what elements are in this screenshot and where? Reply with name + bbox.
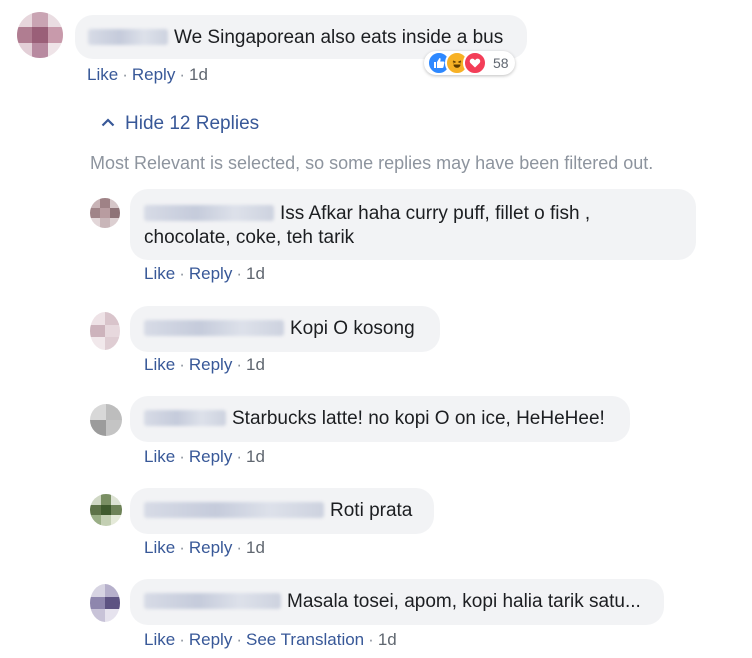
reply-bubble: Roti prata	[130, 488, 434, 534]
timestamp[interactable]: 1d	[246, 355, 265, 374]
reply-button[interactable]: Reply	[189, 538, 232, 557]
reply-text-line1: Iss Afkar haha curry puff, fillet o fish…	[280, 203, 591, 224]
reply-bubble: Starbucks latte! no kopi O on ice, HeHeH…	[130, 396, 630, 442]
reply-text: Starbucks latte! no kopi O on ice, HeHeH…	[232, 408, 605, 429]
hide-replies-label: Hide 12 Replies	[125, 113, 260, 134]
reply-text-line2: chocolate, coke, teh tarik	[144, 227, 355, 248]
like-button[interactable]: Like	[144, 264, 175, 283]
avatar[interactable]	[90, 404, 122, 436]
avatar[interactable]	[90, 584, 120, 622]
author-name[interactable]	[144, 410, 226, 426]
love-icon	[463, 51, 487, 75]
like-button[interactable]: Like	[144, 447, 175, 466]
reply-text: Masala tosei, apom, kopi halia tarik sat…	[287, 591, 641, 612]
reactions-summary[interactable]: 58	[424, 51, 515, 75]
chevron-up-icon	[101, 118, 115, 127]
avatar[interactable]	[90, 494, 122, 526]
reply-actions: Like · Reply · 1d	[144, 264, 265, 283]
comment-actions: Like · Reply · 1d	[87, 65, 208, 84]
like-button[interactable]: Like	[144, 630, 175, 649]
reply-bubble: Iss Afkar haha curry puff, fillet o fish…	[130, 189, 696, 260]
author-name[interactable]	[144, 502, 324, 518]
timestamp[interactable]: 1d	[246, 447, 265, 466]
reply-actions: Like · Reply · 1d	[144, 538, 265, 557]
reply-bubble: Kopi O kosong	[130, 306, 440, 352]
timestamp[interactable]: 1d	[246, 538, 265, 557]
reply-button[interactable]: Reply	[189, 447, 232, 466]
avatar[interactable]	[90, 198, 120, 228]
reply-button[interactable]: Reply	[189, 355, 232, 374]
like-button[interactable]: Like	[144, 355, 175, 374]
filter-notice: Most Relevant is selected, so some repli…	[90, 153, 654, 173]
reply-actions: Like · Reply · See Translation · 1d	[144, 630, 397, 649]
author-name[interactable]	[144, 320, 284, 336]
timestamp[interactable]: 1d	[246, 264, 265, 283]
hide-replies-button[interactable]: Hide 12 Replies	[101, 113, 259, 135]
reply-text: Roti prata	[330, 500, 413, 521]
author-name[interactable]	[88, 29, 168, 45]
reply-button[interactable]: Reply	[132, 65, 175, 84]
reply-button[interactable]: Reply	[189, 264, 232, 283]
author-name[interactable]	[144, 593, 281, 609]
reply-actions: Like · Reply · 1d	[144, 355, 265, 374]
reply-bubble: Masala tosei, apom, kopi halia tarik sat…	[130, 579, 664, 625]
avatar[interactable]	[90, 312, 120, 350]
reply-text: Kopi O kosong	[290, 318, 415, 339]
comment-text: We Singaporean also eats inside a bus	[174, 27, 504, 48]
avatar[interactable]	[17, 12, 63, 58]
like-button[interactable]: Like	[144, 538, 175, 557]
timestamp[interactable]: 1d	[378, 630, 397, 649]
reply-actions: Like · Reply · 1d	[144, 447, 265, 466]
reaction-count: 58	[493, 55, 509, 71]
see-translation-link[interactable]: See Translation	[246, 630, 364, 649]
reply-button[interactable]: Reply	[189, 630, 232, 649]
author-name[interactable]	[144, 205, 274, 221]
like-button[interactable]: Like	[87, 65, 118, 84]
timestamp[interactable]: 1d	[189, 65, 208, 84]
